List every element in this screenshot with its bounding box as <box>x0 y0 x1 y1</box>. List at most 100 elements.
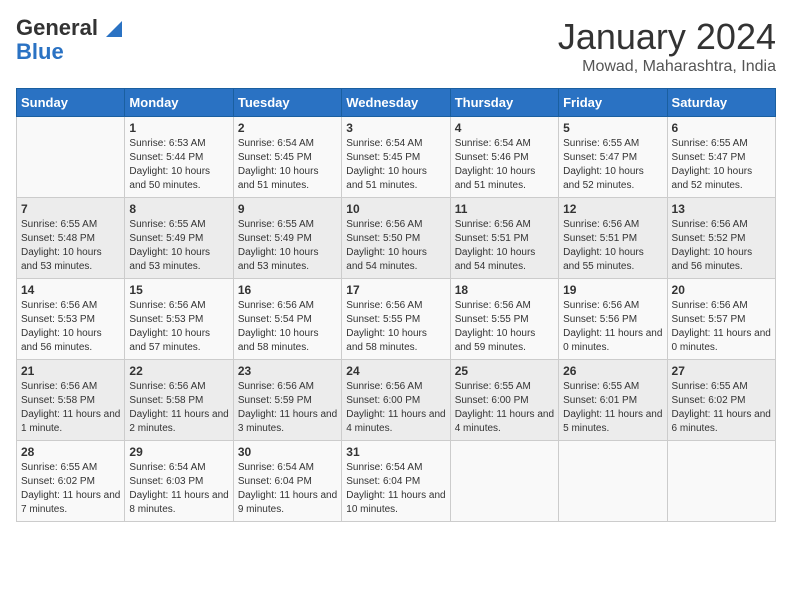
calendar-cell: 22 Sunrise: 6:56 AM Sunset: 5:58 PM Dayli… <box>125 360 233 441</box>
day-number: 22 <box>129 364 228 378</box>
calendar-cell: 10Sunrise: 6:56 AM Sunset: 5:50 PM Dayli… <box>342 198 450 279</box>
day-number: 1 <box>129 121 228 135</box>
calendar-cell: 12Sunrise: 6:56 AM Sunset: 5:51 PM Dayli… <box>559 198 667 279</box>
calendar-cell: 24 Sunrise: 6:56 AM Sunset: 6:00 PM Dayli… <box>342 360 450 441</box>
day-number: 4 <box>455 121 554 135</box>
calendar-cell: 3Sunrise: 6:54 AM Sunset: 5:45 PM Daylig… <box>342 117 450 198</box>
day-number: 29 <box>129 445 228 459</box>
day-number: 25 <box>455 364 554 378</box>
calendar-week-row: 1 Sunrise: 6:53 AM Sunset: 5:44 PM Daylig… <box>17 117 776 198</box>
day-number: 14 <box>21 283 120 297</box>
calendar-cell <box>450 441 558 522</box>
logo-line2: Blue <box>16 40 64 64</box>
day-info: Sunrise: 6:56 AM Sunset: 5:51 PM Dayligh… <box>455 218 554 274</box>
page-header: General Blue January 2024 Mowad, Maharas… <box>16 16 776 76</box>
day-info: Sunrise: 6:56 AM Sunset: 5:55 PM Dayligh… <box>455 299 554 355</box>
day-info: Sunrise: 6:54 AM Sunset: 6:04 PM Dayligh… <box>238 461 337 517</box>
day-number: 8 <box>129 202 228 216</box>
calendar-cell: 5 Sunrise: 6:55 AM Sunset: 5:47 PM Daylig… <box>559 117 667 198</box>
day-info: Sunrise: 6:56 AM Sunset: 5:57 PM Dayligh… <box>672 299 771 355</box>
calendar-cell: 14 Sunrise: 6:56 AM Sunset: 5:53 PM Dayli… <box>17 279 125 360</box>
calendar-cell: 19 Sunrise: 6:56 AM Sunset: 5:56 PM Dayli… <box>559 279 667 360</box>
calendar-header-day: Monday <box>125 89 233 117</box>
calendar-cell: 9Sunrise: 6:55 AM Sunset: 5:49 PM Daylig… <box>233 198 341 279</box>
day-number: 24 <box>346 364 445 378</box>
day-info: Sunrise: 6:53 AM Sunset: 5:44 PM Dayligh… <box>129 137 228 193</box>
title-area: January 2024 Mowad, Maharashtra, India <box>558 16 776 76</box>
day-info: Sunrise: 6:54 AM Sunset: 6:04 PM Dayligh… <box>346 461 445 517</box>
day-number: 2 <box>238 121 337 135</box>
subtitle: Mowad, Maharashtra, India <box>558 58 776 76</box>
calendar-cell: 7 Sunrise: 6:55 AM Sunset: 5:48 PM Daylig… <box>17 198 125 279</box>
day-info: Sunrise: 6:56 AM Sunset: 5:58 PM Dayligh… <box>129 380 228 436</box>
day-info: Sunrise: 6:55 AM Sunset: 6:02 PM Dayligh… <box>672 380 771 436</box>
day-info: Sunrise: 6:55 AM Sunset: 5:47 PM Dayligh… <box>563 137 662 193</box>
day-info: Sunrise: 6:55 AM Sunset: 5:48 PM Dayligh… <box>21 218 120 274</box>
calendar-cell: 23 Sunrise: 6:56 AM Sunset: 5:59 PM Dayli… <box>233 360 341 441</box>
day-info: Sunrise: 6:55 AM Sunset: 5:47 PM Dayligh… <box>672 137 771 193</box>
day-number: 26 <box>563 364 662 378</box>
calendar-cell: 4 Sunrise: 6:54 AM Sunset: 5:46 PM Daylig… <box>450 117 558 198</box>
day-info: Sunrise: 6:54 AM Sunset: 5:45 PM Dayligh… <box>346 137 445 193</box>
calendar-cell: 2 Sunrise: 6:54 AM Sunset: 5:45 PM Daylig… <box>233 117 341 198</box>
calendar-cell: 26 Sunrise: 6:55 AM Sunset: 6:01 PM Dayli… <box>559 360 667 441</box>
day-info: Sunrise: 6:56 AM Sunset: 5:55 PM Dayligh… <box>346 299 445 355</box>
day-info: Sunrise: 6:56 AM Sunset: 6:00 PM Dayligh… <box>346 380 445 436</box>
calendar-cell: 8 Sunrise: 6:55 AM Sunset: 5:49 PM Daylig… <box>125 198 233 279</box>
day-info: Sunrise: 6:56 AM Sunset: 5:53 PM Dayligh… <box>129 299 228 355</box>
day-info: Sunrise: 6:56 AM Sunset: 5:51 PM Dayligh… <box>563 218 662 274</box>
day-info: Sunrise: 6:54 AM Sunset: 5:46 PM Dayligh… <box>455 137 554 193</box>
calendar-cell <box>667 441 775 522</box>
day-number: 20 <box>672 283 771 297</box>
day-number: 15 <box>129 283 228 297</box>
calendar-cell: 11 Sunrise: 6:56 AM Sunset: 5:51 PM Dayli… <box>450 198 558 279</box>
calendar-cell: 25 Sunrise: 6:55 AM Sunset: 6:00 PM Dayli… <box>450 360 558 441</box>
calendar-cell: 17Sunrise: 6:56 AM Sunset: 5:55 PM Dayli… <box>342 279 450 360</box>
calendar-cell: 29 Sunrise: 6:54 AM Sunset: 6:03 PM Dayli… <box>125 441 233 522</box>
calendar-header-day: Thursday <box>450 89 558 117</box>
calendar-week-row: 21 Sunrise: 6:56 AM Sunset: 5:58 PM Dayli… <box>17 360 776 441</box>
day-number: 13 <box>672 202 771 216</box>
day-number: 16 <box>238 283 337 297</box>
day-info: Sunrise: 6:55 AM Sunset: 6:02 PM Dayligh… <box>21 461 120 517</box>
day-info: Sunrise: 6:55 AM Sunset: 5:49 PM Dayligh… <box>238 218 337 274</box>
day-number: 7 <box>21 202 120 216</box>
day-number: 30 <box>238 445 337 459</box>
calendar-header-day: Friday <box>559 89 667 117</box>
calendar-table: SundayMondayTuesdayWednesdayThursdayFrid… <box>16 88 776 522</box>
calendar-header-row: SundayMondayTuesdayWednesdayThursdayFrid… <box>17 89 776 117</box>
day-number: 19 <box>563 283 662 297</box>
day-number: 23 <box>238 364 337 378</box>
calendar-header-day: Tuesday <box>233 89 341 117</box>
day-number: 21 <box>21 364 120 378</box>
calendar-cell: 18 Sunrise: 6:56 AM Sunset: 5:55 PM Dayli… <box>450 279 558 360</box>
calendar-cell: 21 Sunrise: 6:56 AM Sunset: 5:58 PM Dayli… <box>17 360 125 441</box>
logo-line1: General <box>16 15 98 40</box>
calendar-cell: 31Sunrise: 6:54 AM Sunset: 6:04 PM Dayli… <box>342 441 450 522</box>
day-info: Sunrise: 6:56 AM Sunset: 5:54 PM Dayligh… <box>238 299 337 355</box>
calendar-cell: 6Sunrise: 6:55 AM Sunset: 5:47 PM Daylig… <box>667 117 775 198</box>
calendar-cell: 13Sunrise: 6:56 AM Sunset: 5:52 PM Dayli… <box>667 198 775 279</box>
day-info: Sunrise: 6:54 AM Sunset: 5:45 PM Dayligh… <box>238 137 337 193</box>
day-number: 27 <box>672 364 771 378</box>
day-info: Sunrise: 6:55 AM Sunset: 6:01 PM Dayligh… <box>563 380 662 436</box>
calendar-header-day: Sunday <box>17 89 125 117</box>
day-number: 11 <box>455 202 554 216</box>
logo-triangle-icon <box>106 21 122 37</box>
logo-area: General Blue <box>16 16 122 64</box>
calendar-header-day: Saturday <box>667 89 775 117</box>
day-number: 18 <box>455 283 554 297</box>
day-info: Sunrise: 6:55 AM Sunset: 5:49 PM Dayligh… <box>129 218 228 274</box>
day-info: Sunrise: 6:54 AM Sunset: 6:03 PM Dayligh… <box>129 461 228 517</box>
calendar-week-row: 7 Sunrise: 6:55 AM Sunset: 5:48 PM Daylig… <box>17 198 776 279</box>
day-info: Sunrise: 6:56 AM Sunset: 5:58 PM Dayligh… <box>21 380 120 436</box>
calendar-week-row: 14 Sunrise: 6:56 AM Sunset: 5:53 PM Dayli… <box>17 279 776 360</box>
calendar-cell: 27 Sunrise: 6:55 AM Sunset: 6:02 PM Dayli… <box>667 360 775 441</box>
day-info: Sunrise: 6:56 AM Sunset: 5:53 PM Dayligh… <box>21 299 120 355</box>
day-info: Sunrise: 6:56 AM Sunset: 5:59 PM Dayligh… <box>238 380 337 436</box>
day-info: Sunrise: 6:56 AM Sunset: 5:56 PM Dayligh… <box>563 299 662 355</box>
calendar-cell <box>17 117 125 198</box>
day-info: Sunrise: 6:55 AM Sunset: 6:00 PM Dayligh… <box>455 380 554 436</box>
day-number: 5 <box>563 121 662 135</box>
calendar-cell <box>559 441 667 522</box>
